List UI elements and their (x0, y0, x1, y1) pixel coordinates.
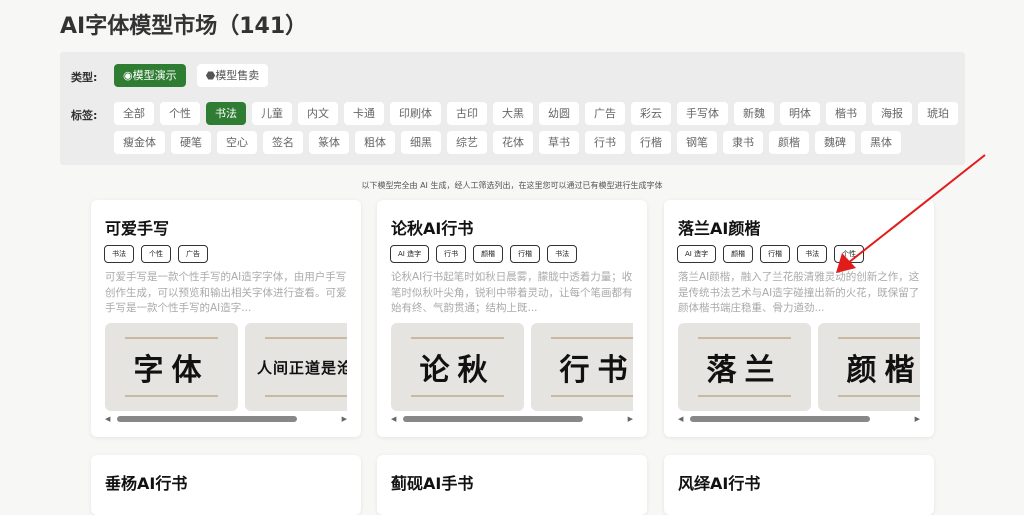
red-arrow-annotation (836, 154, 986, 273)
